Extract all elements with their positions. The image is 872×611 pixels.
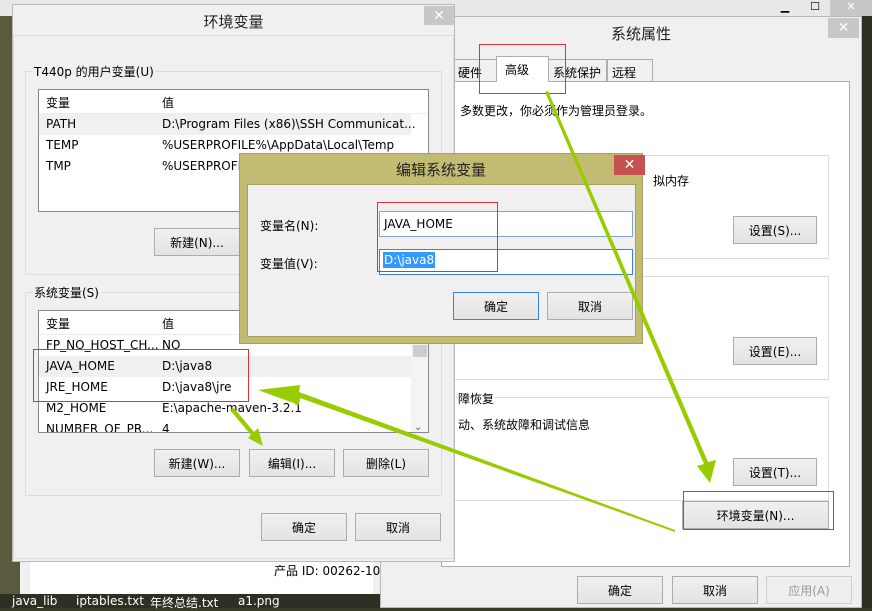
arrow-to-edit-button bbox=[230, 408, 263, 446]
highlight-box-edit-fields bbox=[377, 202, 498, 272]
highlight-box-java-vars bbox=[33, 349, 249, 402]
annotation-overlay bbox=[33, 44, 834, 532]
highlight-box-env-button bbox=[683, 491, 834, 530]
tab-advanced[interactable]: 高级 bbox=[496, 56, 549, 82]
arrow-to-java-vars bbox=[258, 385, 675, 532]
arrow-to-env-button bbox=[545, 91, 716, 483]
